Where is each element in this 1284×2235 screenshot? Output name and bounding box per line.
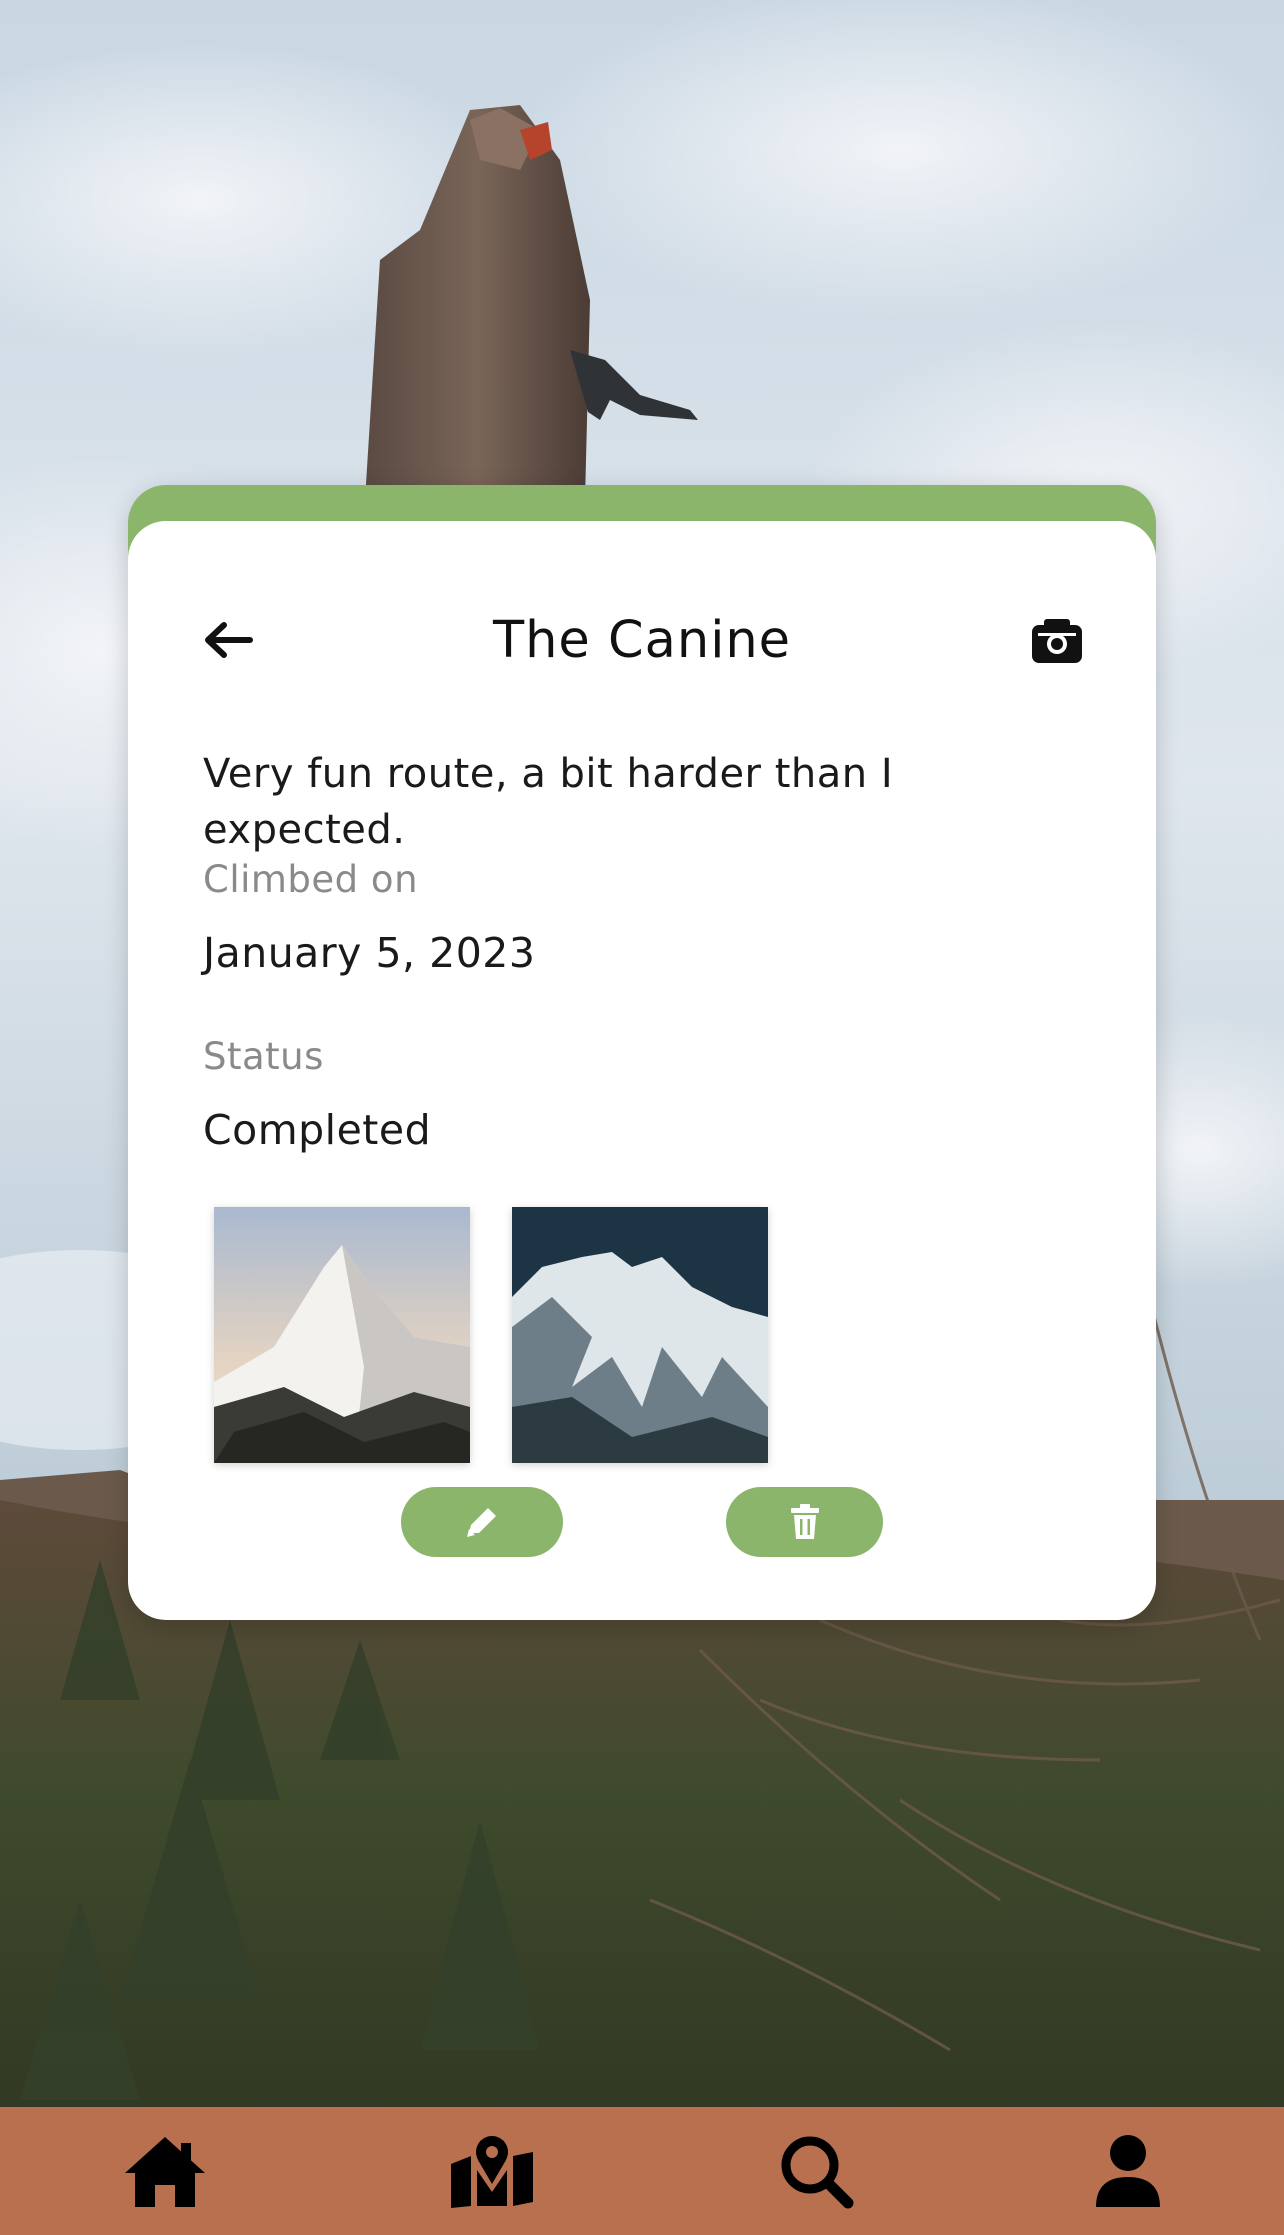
climbed-date: January 5, 2023 bbox=[203, 929, 536, 977]
search-icon bbox=[781, 2136, 854, 2209]
climbed-label: Climbed on bbox=[203, 858, 419, 901]
route-title: The Canine bbox=[492, 611, 792, 670]
card-header: The Canine bbox=[128, 601, 1156, 681]
status-value: Completed bbox=[203, 1106, 432, 1154]
delete-button[interactable] bbox=[726, 1487, 883, 1557]
nav-profile[interactable] bbox=[1058, 2107, 1198, 2235]
back-button[interactable] bbox=[200, 615, 256, 665]
mountain-photo-1[interactable] bbox=[214, 1207, 470, 1463]
nav-home[interactable] bbox=[95, 2107, 235, 2235]
home-icon bbox=[125, 2137, 205, 2207]
nav-search[interactable] bbox=[746, 2107, 886, 2235]
trash-icon bbox=[790, 1504, 819, 1539]
edit-button[interactable] bbox=[401, 1487, 563, 1557]
user-icon bbox=[1096, 2135, 1160, 2207]
mountain-photo-2[interactable] bbox=[512, 1207, 768, 1463]
status-label: Status bbox=[203, 1035, 324, 1078]
photo-gallery bbox=[214, 1207, 768, 1463]
route-description: Very fun route, a bit harder than I expe… bbox=[203, 751, 894, 853]
bottom-nav bbox=[0, 2107, 1284, 2235]
camera-icon bbox=[1032, 619, 1082, 663]
map-pin-icon bbox=[451, 2136, 533, 2208]
pencil-icon bbox=[467, 1508, 496, 1537]
route-card: The Canine Very fun route, a bit harder … bbox=[128, 485, 1156, 1620]
card-body: The Canine Very fun route, a bit harder … bbox=[128, 521, 1156, 1620]
arrow-left-icon bbox=[205, 622, 253, 658]
camera-button[interactable] bbox=[1030, 617, 1084, 665]
nav-map[interactable] bbox=[422, 2107, 562, 2235]
